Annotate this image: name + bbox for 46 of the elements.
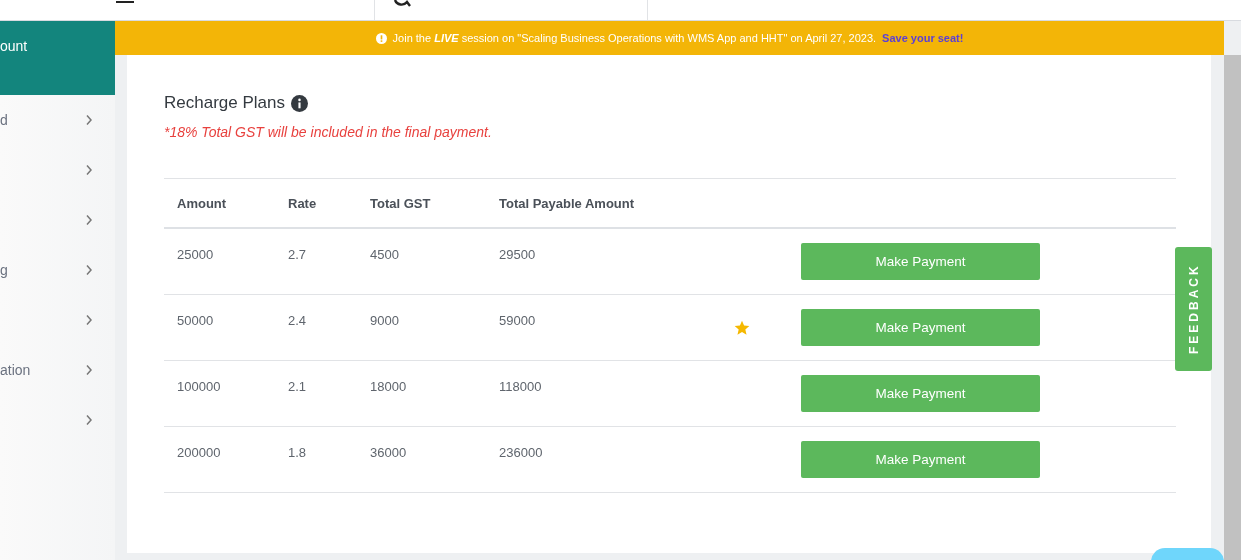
make-payment-button[interactable]: Make Payment: [801, 309, 1040, 346]
chevron-right-icon: [85, 364, 93, 376]
make-payment-button[interactable]: Make Payment: [801, 243, 1040, 280]
chevron-right-icon: [85, 214, 93, 226]
sidebar-item[interactable]: ount: [0, 21, 115, 95]
table-cell-text: 118000: [499, 379, 543, 394]
table-cell-text: 36000: [370, 445, 408, 460]
feedback-tab[interactable]: FEEDBACK: [1175, 247, 1212, 371]
scrollbar[interactable]: [1224, 55, 1241, 560]
table-cell-text: 18000: [370, 379, 408, 394]
table-cell-text: 4500: [370, 247, 400, 262]
gst-note: *18% Total GST will be included in the final payment.: [164, 124, 493, 140]
table-cell-text: 9000: [370, 313, 400, 328]
table-cell-text: 59000: [499, 313, 537, 328]
table-cell-text: 50000: [177, 313, 215, 328]
column-header: Amount: [177, 195, 228, 211]
table-cell-text: 29500: [499, 247, 537, 262]
alert-icon: [375, 32, 387, 44]
column-header: Total Payable Amount: [499, 195, 636, 211]
search-icon: [393, 0, 411, 8]
sidebar-item[interactable]: ation: [0, 345, 115, 395]
info-icon[interactable]: [290, 94, 308, 112]
table-cell-text: 1.8: [288, 445, 308, 460]
chevron-right-icon: [85, 114, 93, 126]
table-cell-text: 2.7: [288, 247, 308, 262]
section-title: Recharge Plans: [164, 93, 285, 113]
make-payment-button[interactable]: Make Payment: [801, 441, 1040, 478]
table-cell-text: 200000: [177, 445, 222, 460]
sidebar-item[interactable]: g: [0, 245, 115, 295]
column-header: Total GST: [370, 195, 432, 211]
chevron-right-icon: [85, 264, 93, 276]
chevron-right-icon: [85, 164, 93, 176]
chevron-right-icon: [85, 314, 93, 326]
table-cell-text: 236000: [499, 445, 544, 460]
menu-icon[interactable]: [116, 0, 134, 4]
sidebar-item[interactable]: d: [0, 95, 115, 145]
table-cell-text: 2.1: [288, 379, 308, 394]
save-seat-link[interactable]: Save your seat!: [882, 32, 964, 44]
banner-text: Join the LIVE session on "Scaling Business Operations with WMS App and HHT" on April 27, 2023.: [392, 32, 877, 44]
table-cell-text: 25000: [177, 247, 215, 262]
table-cell-text: 2.4: [288, 313, 308, 328]
search-field[interactable]: [374, 0, 648, 20]
column-header: Rate: [288, 195, 318, 211]
chevron-right-icon: [85, 414, 93, 426]
make-payment-button[interactable]: Make Payment: [801, 375, 1040, 412]
table-cell-text: 100000: [177, 379, 222, 394]
